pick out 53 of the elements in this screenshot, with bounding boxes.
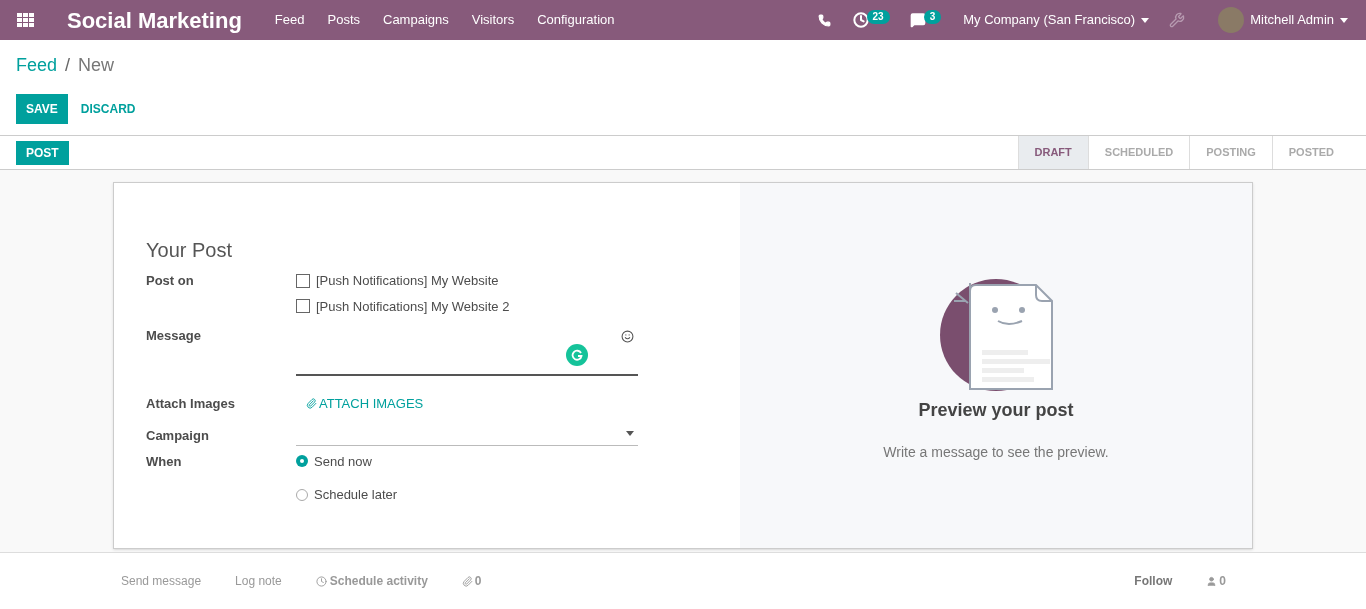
schedule-activity-button[interactable]: Schedule activity bbox=[315, 572, 428, 590]
menu-item[interactable]: Campaigns bbox=[383, 10, 449, 30]
clock-icon[interactable] bbox=[852, 12, 869, 28]
checkbox[interactable] bbox=[296, 299, 310, 314]
section-title: Your Post bbox=[146, 238, 233, 263]
radio-label: Send now bbox=[314, 452, 372, 471]
status-stage[interactable]: POSTED bbox=[1271, 136, 1350, 169]
menu-item[interactable]: Configuration bbox=[537, 10, 615, 30]
avatar bbox=[1218, 7, 1245, 33]
company-switcher[interactable]: My Company (San Francisco) bbox=[963, 10, 1150, 30]
send-message-button[interactable]: Send message bbox=[121, 572, 202, 590]
emoji-icon[interactable] bbox=[621, 330, 634, 343]
followers-button[interactable]: 0 bbox=[1206, 572, 1226, 590]
menu-item[interactable]: Posts bbox=[327, 10, 360, 30]
message-count-badge: 3 bbox=[923, 10, 942, 24]
status-stage[interactable]: POSTING bbox=[1189, 136, 1272, 169]
breadcrumb-separator: / bbox=[65, 54, 71, 77]
field-label: Attach Images bbox=[146, 395, 236, 413]
breadcrumb-link[interactable]: Feed bbox=[16, 52, 58, 79]
discard-button[interactable]: DISCARD bbox=[80, 100, 136, 118]
preview-title: Preview your post bbox=[918, 399, 1074, 422]
field-label: Campaign bbox=[146, 426, 210, 445]
phone-icon[interactable] bbox=[817, 13, 831, 27]
checkbox[interactable] bbox=[296, 273, 310, 288]
status-stage[interactable]: DRAFT bbox=[1017, 136, 1088, 169]
checkbox-label: [Push Notifications] My Website 2 bbox=[316, 297, 510, 316]
attachments-button[interactable]: 0 bbox=[461, 572, 482, 590]
checkbox-label: [Push Notifications] My Website bbox=[316, 272, 499, 290]
attach-images-button[interactable]: ATTACH IMAGES bbox=[306, 394, 424, 414]
field-label: When bbox=[146, 452, 183, 471]
apps-menu-icon[interactable] bbox=[17, 12, 34, 28]
post-button[interactable]: POST bbox=[16, 140, 69, 165]
save-button[interactable]: SAVE bbox=[16, 94, 68, 124]
menu-item[interactable]: Feed bbox=[274, 10, 305, 30]
field-label: Post on bbox=[146, 272, 195, 290]
preview-subtitle: Write a message to see the preview. bbox=[883, 443, 1109, 462]
activity-count-badge: 23 bbox=[866, 10, 890, 24]
user-menu[interactable]: Mitchell Admin bbox=[1250, 10, 1348, 30]
log-note-button[interactable]: Log note bbox=[235, 572, 282, 590]
breadcrumb-current: New bbox=[78, 54, 115, 77]
paperclip-icon bbox=[461, 575, 473, 587]
paperclip-icon bbox=[306, 398, 317, 410]
radio-label: Schedule later bbox=[314, 486, 398, 504]
clock-icon bbox=[315, 575, 327, 587]
app-title: Social Marketing bbox=[67, 6, 242, 35]
field-label: Message bbox=[146, 327, 202, 345]
person-icon bbox=[1206, 575, 1218, 587]
radio-button[interactable] bbox=[296, 455, 308, 468]
status-stage[interactable]: SCHEDULED bbox=[1087, 136, 1190, 169]
menu-item[interactable]: Visitors bbox=[471, 10, 515, 30]
follow-button[interactable]: Follow bbox=[1134, 572, 1173, 590]
chat-icon[interactable] bbox=[909, 12, 926, 28]
radio-button[interactable] bbox=[296, 488, 308, 501]
